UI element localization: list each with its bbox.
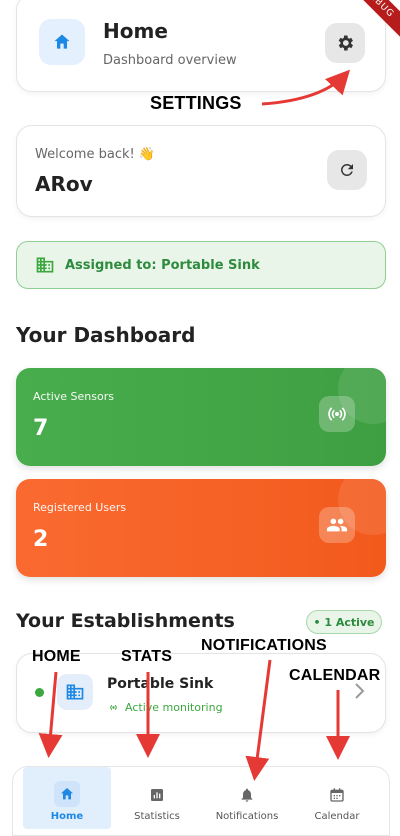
establishment-status-text: Active monitoring — [125, 701, 223, 714]
bell-icon — [241, 788, 253, 802]
calendar-icon — [330, 788, 344, 802]
building-icon — [36, 257, 54, 273]
gear-icon — [338, 35, 353, 51]
home-icon-container — [39, 19, 85, 65]
dashboard-section-title: Your Dashboard — [16, 323, 196, 347]
nav-label: Home — [50, 811, 84, 822]
assigned-establishment-banner: Assigned to: Portable Sink — [16, 241, 386, 289]
sensor-icon — [328, 407, 346, 421]
establishment-name: Portable Sink — [107, 676, 214, 692]
stat-icon-container — [319, 396, 355, 432]
nav-label: Notifications — [215, 811, 279, 822]
annotation-settings: SETTINGS — [150, 93, 242, 113]
annotation-notifications: NOTIFICATIONS — [201, 637, 327, 654]
assigned-text: Assigned to: Portable Sink — [65, 257, 260, 273]
home-header-card: Home Dashboard overview — [16, 0, 386, 92]
nav-label: Calendar — [314, 811, 360, 822]
establishment-status: Active monitoring — [107, 701, 223, 714]
stat-value: 2 — [33, 527, 49, 552]
sensor-icon — [110, 705, 117, 710]
stat-icon-container — [319, 507, 355, 543]
user-name: ARov — [35, 172, 93, 196]
building-icon — [66, 684, 84, 700]
nav-item-statistics[interactable]: Statistics — [113, 767, 201, 829]
nav-item-notifications[interactable]: Notifications — [203, 767, 291, 829]
stat-label: Active Sensors — [33, 390, 114, 403]
nav-label: Statistics — [134, 811, 180, 822]
bottom-navigation: Home Statistics Notifications Calendar — [12, 766, 390, 836]
annotation-calendar: CALENDAR — [289, 667, 381, 684]
establishments-section-title: Your Establishments — [16, 610, 235, 632]
nav-item-home[interactable]: Home — [23, 767, 111, 829]
welcome-card: Welcome back! 👋 ARov — [16, 125, 386, 217]
status-dot — [35, 688, 44, 697]
users-icon — [326, 518, 348, 532]
home-icon — [54, 34, 70, 49]
annotation-home: HOME — [32, 648, 81, 665]
refresh-icon — [340, 163, 353, 176]
annotation-stats: STATS — [121, 648, 173, 665]
refresh-button[interactable] — [327, 150, 367, 190]
stat-value: 7 — [33, 416, 49, 441]
active-count-badge: • 1 Active — [306, 610, 382, 634]
stat-label: Registered Users — [33, 501, 127, 514]
page-subtitle: Dashboard overview — [103, 53, 237, 68]
page-title: Home — [103, 19, 168, 43]
statistics-icon — [151, 789, 163, 801]
active-sensors-card[interactable]: Active Sensors 7 — [16, 368, 386, 466]
registered-users-card[interactable]: Registered Users 2 — [16, 479, 386, 577]
establishment-icon-container — [57, 674, 93, 710]
nav-item-calendar[interactable]: Calendar — [293, 767, 381, 829]
settings-button[interactable] — [325, 23, 365, 63]
home-icon — [61, 788, 73, 800]
welcome-greeting: Welcome back! 👋 — [35, 147, 156, 162]
